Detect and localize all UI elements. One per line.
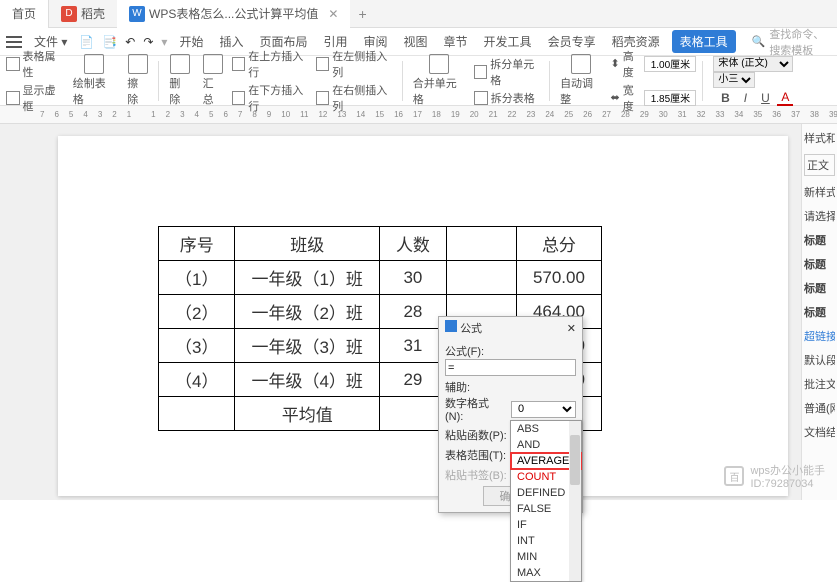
close-icon[interactable]: ✕ bbox=[328, 7, 338, 21]
style-item[interactable]: 默认段 bbox=[804, 352, 835, 368]
dialog-close-icon[interactable]: ✕ bbox=[567, 322, 576, 335]
auto-adjust-button[interactable]: 自动调整 bbox=[556, 54, 606, 107]
tab-document[interactable]: WWPS表格怎么...公式计算平均值✕ bbox=[117, 0, 350, 28]
table-props-button[interactable]: 表格属性 bbox=[6, 48, 65, 80]
style-item: 请选择 bbox=[804, 208, 835, 224]
insert-row-above[interactable]: 在上方插入行 bbox=[232, 48, 312, 80]
toolbar-icon[interactable]: ↷ bbox=[143, 35, 153, 49]
style-item[interactable]: 普通(网 bbox=[804, 400, 835, 416]
font-color-button[interactable]: A bbox=[777, 90, 793, 106]
doc-icon: W bbox=[129, 6, 145, 22]
insert-col-right[interactable]: 在右侧插入列 bbox=[316, 82, 396, 114]
merge-cells-button[interactable]: 合并单元格 bbox=[409, 54, 470, 107]
italic-button[interactable]: I bbox=[737, 91, 753, 105]
size-select[interactable]: 小三 bbox=[713, 72, 755, 88]
menu-view[interactable]: 视图 bbox=[400, 31, 432, 52]
app-icon: D bbox=[61, 6, 77, 22]
style-item[interactable]: 新样式 bbox=[804, 184, 835, 200]
workspace: 序号班级人数总分 （1）一年级（1）班30570.00 （2）一年级（2）班28… bbox=[0, 124, 837, 500]
search-box[interactable]: 🔍查找命令、搜索模板 bbox=[752, 26, 831, 58]
menu-start[interactable]: 开始 bbox=[175, 31, 207, 52]
insert-row-below[interactable]: 在下方插入行 bbox=[232, 82, 312, 114]
style-panel: 样式和格 正文 新样式 请选择 标题 标题 标题 标题 超链接 默认段 批注文 … bbox=[801, 124, 837, 500]
watermark-logo-icon: 百 bbox=[724, 466, 744, 486]
style-item[interactable]: 正文 bbox=[804, 154, 835, 176]
new-tab-button[interactable]: + bbox=[350, 6, 374, 22]
style-item[interactable]: 标题 bbox=[804, 232, 835, 248]
formula-input[interactable] bbox=[445, 359, 576, 376]
dialog-icon bbox=[445, 320, 457, 332]
watermark: 百 wps办公小能手ID:79287034 bbox=[724, 462, 825, 490]
sum-button[interactable]: 汇总 bbox=[199, 54, 228, 107]
toolbar-icon[interactable]: ↶ bbox=[125, 35, 135, 49]
toolbar-icon[interactable]: 📑 bbox=[102, 35, 117, 49]
menu-chapter[interactable]: 章节 bbox=[440, 31, 472, 52]
hamburger-icon[interactable] bbox=[6, 36, 22, 48]
delete-button[interactable]: 删除 bbox=[165, 54, 194, 107]
menu-dev[interactable]: 开发工具 bbox=[480, 31, 536, 52]
insert-col-left[interactable]: 在左侧插入列 bbox=[316, 48, 396, 80]
style-item[interactable]: 标题 bbox=[804, 280, 835, 296]
function-dropdown[interactable]: ABS AND AVERAGE COUNT DEFINED FALSE IF I… bbox=[510, 420, 582, 582]
style-item[interactable]: 标题 bbox=[804, 256, 835, 272]
dropdown-scrollbar[interactable] bbox=[569, 421, 581, 581]
style-item[interactable]: 标题 bbox=[804, 304, 835, 320]
erase-button[interactable]: 擦除 bbox=[123, 54, 152, 107]
ruler: 7654321123456789101112131415161718192021… bbox=[0, 106, 837, 124]
width-input[interactable] bbox=[644, 90, 696, 106]
document-page: 序号班级人数总分 （1）一年级（1）班30570.00 （2）一年级（2）班28… bbox=[58, 136, 788, 496]
tab-app[interactable]: D稻壳 bbox=[49, 0, 117, 28]
style-item[interactable]: 批注文 bbox=[804, 376, 835, 392]
style-item[interactable]: 超链接 bbox=[804, 328, 835, 344]
bold-button[interactable]: B bbox=[717, 91, 733, 105]
split-cell-button[interactable]: 拆分单元格 bbox=[474, 56, 543, 88]
draw-table-button[interactable]: 绘制表格 bbox=[69, 54, 119, 107]
table-row: （1）一年级（1）班30570.00 bbox=[159, 261, 602, 295]
show-grid-button[interactable]: 显示虚框 bbox=[6, 82, 65, 114]
title-bar: 首页 D稻壳 WWPS表格怎么...公式计算平均值✕ + bbox=[0, 0, 837, 28]
style-item[interactable]: 文档结 bbox=[804, 424, 835, 440]
ribbon: 表格属性 显示虚框 绘制表格 擦除 删除 汇总 在上方插入行 在下方插入行 在左… bbox=[0, 56, 837, 106]
number-format-select[interactable]: 0 bbox=[511, 401, 576, 418]
height-icon: ⬍ bbox=[610, 57, 619, 70]
split-table-button[interactable]: 拆分表格 bbox=[474, 90, 543, 106]
font-select[interactable]: 宋体 (正文) bbox=[713, 56, 793, 72]
width-icon: ⬌ bbox=[610, 91, 619, 104]
toolbar-icon[interactable]: 📄 bbox=[79, 35, 94, 49]
underline-button[interactable]: U bbox=[757, 91, 773, 105]
menu-member[interactable]: 会员专享 bbox=[544, 31, 600, 52]
tab-home[interactable]: 首页 bbox=[0, 0, 49, 28]
height-input[interactable] bbox=[644, 56, 696, 72]
table-header-row: 序号班级人数总分 bbox=[159, 227, 602, 261]
search-icon: 🔍 bbox=[752, 35, 766, 48]
toolbar-dropdown-icon[interactable]: ▾ bbox=[161, 35, 167, 49]
menu-bar: 文件 ▾ 📄 📑 ↶ ↷ ▾ 开始 插入 页面布局 引用 审阅 视图 章节 开发… bbox=[0, 28, 837, 56]
